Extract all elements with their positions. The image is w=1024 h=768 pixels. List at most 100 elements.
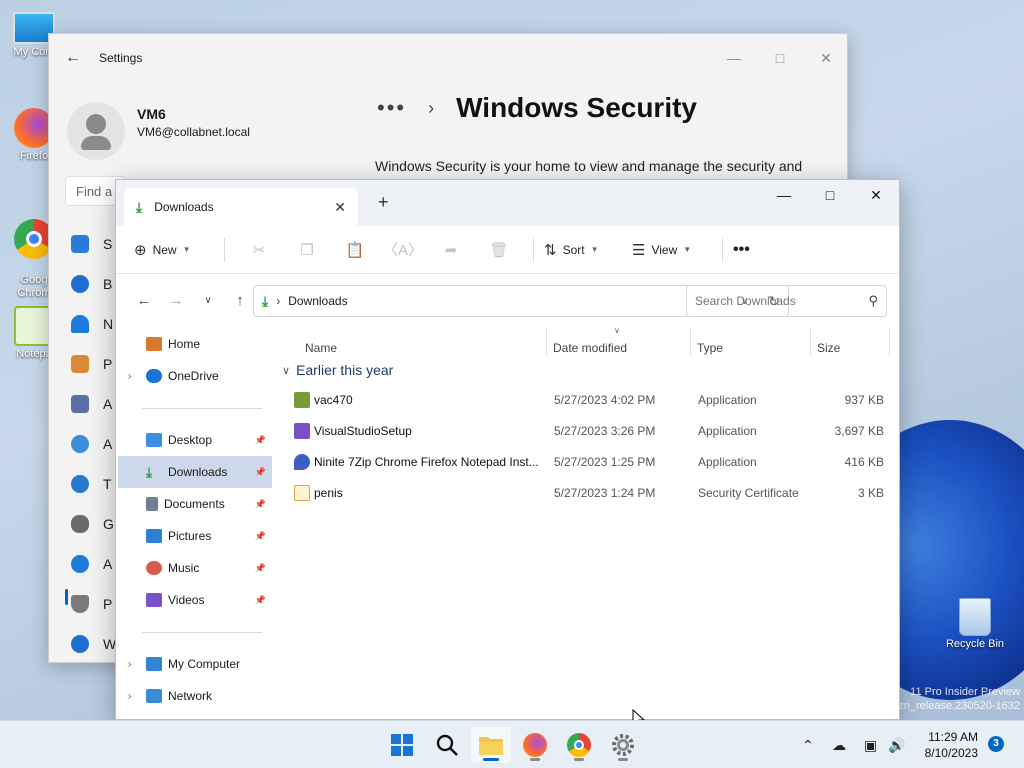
gaming-icon	[71, 515, 89, 533]
settings-button[interactable]	[603, 727, 643, 763]
settings-nav-item[interactable]: B	[71, 264, 116, 304]
pin-icon[interactable]: 📌	[255, 467, 266, 478]
folder-icon	[479, 737, 503, 755]
chevron-right-icon[interactable]: ›	[128, 659, 142, 670]
column-header-date[interactable]: Date modified	[553, 334, 627, 362]
column-separator[interactable]	[889, 328, 890, 356]
back-arrow-icon[interactable]: ←	[65, 49, 93, 67]
file-row[interactable]: penis 5/27/2023 1:24 PM Security Certifi…	[276, 478, 896, 509]
desktop-icon-label: Recycle Bin	[945, 638, 1005, 650]
back-arrow-icon[interactable]: ←	[128, 292, 160, 309]
network-tray-button[interactable]: ▣	[864, 721, 877, 768]
new-tab-button[interactable]: +	[378, 192, 389, 213]
settings-nav-item[interactable]: A	[71, 384, 116, 424]
minimize-button[interactable]: —	[711, 42, 757, 74]
search-icon	[436, 734, 458, 756]
chrome-button[interactable]	[559, 727, 599, 763]
nav-item-downloads[interactable]: ⤓ Downloads 📌	[118, 456, 272, 488]
tab-downloads[interactable]: ⤓ Downloads ✕	[124, 188, 358, 226]
chevron-down-icon[interactable]: ∨	[282, 364, 290, 377]
clock-date: 8/10/2023	[924, 746, 978, 760]
cut-icon[interactable]: ✂	[235, 241, 283, 259]
maximize-button[interactable]: □	[807, 180, 853, 210]
column-separator[interactable]	[546, 328, 547, 356]
desktop-icon-recycle-bin[interactable]: Recycle Bin	[942, 598, 1008, 650]
file-row[interactable]: VisualStudioSetup 5/27/2023 3:26 PM Appl…	[276, 416, 896, 447]
recent-locations-icon[interactable]: ∨	[192, 295, 224, 306]
sort-button[interactable]: ⇅ Sort ▼	[544, 241, 624, 259]
chevron-up-icon: ⌃	[802, 736, 814, 753]
close-tab-icon[interactable]: ✕	[334, 199, 346, 216]
pin-icon[interactable]: 📌	[255, 531, 266, 542]
search-button[interactable]	[427, 727, 467, 763]
nav-item-videos[interactable]: Videos 📌	[118, 584, 272, 616]
settings-nav-item[interactable]: A	[71, 544, 116, 584]
file-size: 3 KB	[857, 486, 884, 500]
group-header[interactable]: ∨ Earlier this year	[282, 362, 393, 378]
column-header-type[interactable]: Type	[697, 334, 723, 362]
nav-item-pictures[interactable]: Pictures 📌	[118, 520, 272, 552]
chevron-right-icon[interactable]: ›	[128, 371, 142, 382]
nav-item-desktop[interactable]: Desktop 📌	[118, 424, 272, 456]
file-explorer-button[interactable]	[471, 727, 511, 763]
nav-item-music[interactable]: Music 📌	[118, 552, 272, 584]
new-button[interactable]: ⊕ New ▼	[134, 241, 214, 259]
bluetooth-icon	[71, 275, 89, 293]
copy-icon[interactable]: ❐	[283, 241, 331, 259]
search-box[interactable]: ⚲	[686, 285, 887, 317]
file-date: 5/27/2023 1:24 PM	[554, 486, 656, 500]
accessibility-icon	[71, 555, 89, 573]
file-size: 416 KB	[844, 455, 884, 469]
chevron-right-icon[interactable]: ›	[128, 691, 142, 702]
pin-icon[interactable]: 📌	[255, 435, 266, 446]
address-path[interactable]: Downloads	[288, 294, 741, 308]
share-icon[interactable]: ➦	[427, 241, 475, 259]
onedrive-tray-button[interactable]: ☁	[832, 721, 846, 768]
settings-nav-item[interactable]: P	[71, 584, 116, 624]
pin-icon[interactable]: 📌	[255, 563, 266, 574]
breadcrumb-more-button[interactable]: •••	[377, 95, 406, 121]
nav-item-my-computer[interactable]: › My Computer	[118, 648, 272, 680]
firefox-button[interactable]	[515, 727, 555, 763]
see-more-button[interactable]: •••	[733, 241, 750, 259]
pin-icon[interactable]: 📌	[255, 499, 266, 510]
wifi-icon	[71, 315, 89, 333]
file-row[interactable]: vac470 5/27/2023 4:02 PM Application 937…	[276, 385, 896, 416]
rename-icon[interactable]: 〈A〉	[379, 239, 427, 260]
view-button[interactable]: ☰ View ▼	[632, 241, 712, 259]
nav-item-documents[interactable]: Documents 📌	[118, 488, 272, 520]
column-separator[interactable]	[690, 328, 691, 356]
delete-icon[interactable]: 🗑	[475, 241, 523, 259]
minimize-button[interactable]: —	[761, 180, 807, 210]
column-header-size[interactable]: Size	[817, 334, 840, 362]
forward-arrow-icon[interactable]: →	[160, 292, 192, 309]
start-button[interactable]	[382, 727, 422, 763]
settings-nav-item[interactable]: T	[71, 464, 116, 504]
column-header-name[interactable]: Name	[305, 334, 337, 362]
settings-nav-item[interactable]: S	[71, 224, 116, 264]
nav-item-network[interactable]: › Network	[118, 680, 272, 712]
close-button[interactable]: ✕	[803, 42, 849, 74]
volume-tray-button[interactable]: 🔊	[888, 721, 905, 768]
tab-title: Downloads	[154, 200, 214, 214]
clock-button[interactable]: 11:29 AM 8/10/2023	[914, 729, 978, 761]
file-row[interactable]: Ninite 7Zip Chrome Firefox Notepad Inst.…	[276, 447, 896, 478]
search-input[interactable]	[695, 294, 869, 308]
show-hidden-icons-button[interactable]: ⌃	[802, 721, 814, 768]
settings-nav-item[interactable]: N	[71, 304, 116, 344]
settings-nav-item[interactable]: W	[71, 624, 116, 664]
nav-item-onedrive[interactable]: › OneDrive	[118, 360, 272, 392]
maximize-button[interactable]: □	[757, 42, 803, 74]
settings-nav-item[interactable]: P	[71, 344, 116, 384]
column-separator[interactable]	[810, 328, 811, 356]
pin-icon[interactable]: 📌	[255, 595, 266, 606]
nav-item-home[interactable]: Home	[118, 328, 272, 360]
avatar[interactable]	[67, 102, 125, 160]
selection-indicator	[65, 589, 68, 605]
notification-badge[interactable]: 3	[988, 736, 1004, 752]
close-button[interactable]: ✕	[853, 180, 899, 210]
settings-nav-item[interactable]: A	[71, 424, 116, 464]
settings-nav-item[interactable]: G	[71, 504, 116, 544]
paste-icon[interactable]: 📋	[331, 241, 379, 259]
up-arrow-icon[interactable]: ↑	[224, 292, 256, 309]
